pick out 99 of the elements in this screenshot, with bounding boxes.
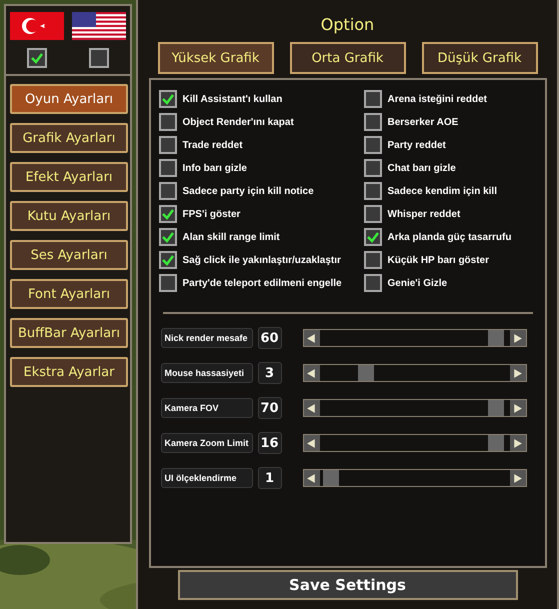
option-label: Sadece kendim için kill	[388, 186, 497, 196]
turkish-flag-icon[interactable]	[10, 12, 64, 40]
left-triangle-icon	[306, 368, 317, 378]
us-flag-icon[interactable]	[72, 12, 126, 40]
option-label: Alan skill range limit	[182, 232, 280, 242]
checkbox[interactable]	[364, 159, 382, 177]
check-icon	[160, 92, 174, 106]
value-box: 70	[258, 397, 282, 419]
left-triangle-icon	[306, 332, 317, 344]
value-box: 3	[258, 362, 282, 384]
checkbox[interactable]	[158, 251, 176, 269]
menu-button[interactable]: BuffBar Ayarları	[10, 318, 128, 348]
option-label: Kill Assistant'ı kullan	[182, 94, 282, 104]
save-settings-button[interactable]: Save Settings	[178, 570, 518, 600]
right-triangle-icon	[512, 472, 523, 484]
left-triangle-icon	[306, 438, 317, 448]
option-label: Sağ click ile yakınlaştır/uzaklaştır	[182, 254, 341, 266]
slider-thumb[interactable]	[488, 400, 504, 416]
left-arrow-button[interactable]	[304, 435, 320, 451]
left-arrow-button[interactable]	[304, 400, 320, 416]
menu-button[interactable]: Efekt Ayarları	[10, 162, 128, 192]
option-label: Party reddet	[388, 140, 446, 150]
value-box: 1	[258, 467, 282, 489]
checkbox[interactable]	[158, 136, 176, 154]
checkbox[interactable]	[158, 113, 176, 131]
menu-button[interactable]: Grafik Ayarları	[10, 123, 128, 153]
slider-label: UI ölçeklendirme	[160, 468, 252, 488]
menu-button[interactable]: Ekstra Ayarlar	[10, 357, 128, 387]
right-arrow-button[interactable]	[510, 470, 526, 486]
check-icon	[366, 230, 380, 244]
option-label: Berserker AOE	[388, 116, 458, 128]
checkbox[interactable]	[364, 274, 382, 292]
slider-label: Kamera FOV	[160, 398, 252, 418]
check-icon	[160, 230, 174, 244]
slider[interactable]	[302, 329, 526, 347]
menu-button[interactable]: Font Ayarları	[10, 279, 128, 309]
option-label: Whisper reddet	[388, 208, 460, 220]
slider-label: Mouse hassasiyeti	[160, 363, 252, 383]
option-label: Chat barı gizle	[388, 162, 456, 174]
checkbox[interactable]	[364, 205, 382, 223]
right-arrow-button[interactable]	[510, 400, 526, 416]
option-label: FPS'i göster	[182, 208, 240, 220]
checkbox[interactable]	[364, 136, 382, 154]
right-arrow-button[interactable]	[510, 365, 526, 381]
checkbox[interactable]	[364, 251, 382, 269]
slider-label: Nick render mesafe	[160, 328, 252, 348]
option-label: Party'de teleport edilmeni engelle	[182, 278, 342, 288]
checkbox[interactable]	[364, 182, 382, 200]
option-label: Object Render'ını kapat	[182, 116, 294, 128]
slider-thumb[interactable]	[322, 470, 339, 486]
menu-button[interactable]: Kutu Ayarları	[10, 201, 128, 231]
tab[interactable]: Yüksek Grafik	[158, 42, 274, 74]
right-arrow-button[interactable]	[510, 435, 526, 451]
option-label: Küçük HP barı göster	[388, 254, 490, 266]
checkbox[interactable]	[364, 228, 382, 246]
checkbox[interactable]	[158, 90, 176, 108]
menu-button[interactable]: Ses Ayarları	[10, 240, 128, 270]
checkbox[interactable]	[89, 48, 109, 68]
slider-thumb[interactable]	[358, 365, 374, 381]
right-triangle-icon	[512, 402, 523, 414]
left-arrow-button[interactable]	[304, 330, 320, 346]
right-triangle-icon	[512, 368, 523, 378]
right-arrow-button[interactable]	[510, 330, 526, 346]
option-label: Info barı gizle	[182, 162, 247, 174]
checkbox[interactable]	[158, 159, 176, 177]
check-icon	[30, 51, 44, 65]
option-label: Arka planda güç tasarrufu	[388, 232, 512, 242]
checkbox[interactable]	[158, 182, 176, 200]
tab[interactable]: Düşük Grafik	[422, 42, 538, 74]
left-arrow-button[interactable]	[304, 365, 320, 381]
slider[interactable]	[302, 469, 526, 487]
menu-button[interactable]: Oyun Ayarları	[10, 84, 128, 114]
slider-thumb[interactable]	[488, 435, 504, 451]
checkbox[interactable]	[364, 90, 382, 108]
checkbox[interactable]	[27, 48, 47, 68]
tab[interactable]: Orta Grafik	[290, 42, 406, 74]
slider[interactable]	[302, 364, 526, 382]
checkbox[interactable]	[158, 274, 176, 292]
value-box: 60	[258, 327, 282, 349]
right-triangle-icon	[512, 438, 523, 448]
right-triangle-icon	[512, 332, 523, 344]
left-triangle-icon	[306, 402, 317, 414]
option-label: Genie'i Gizle	[388, 278, 448, 288]
value-box: 16	[258, 432, 282, 454]
slider-label: Kamera Zoom Limit	[160, 433, 252, 453]
window-title: Option	[320, 15, 374, 34]
option-label: Trade reddet	[182, 140, 243, 150]
check-icon	[160, 207, 174, 221]
left-triangle-icon	[306, 472, 317, 484]
slider[interactable]	[302, 434, 526, 452]
checkbox[interactable]	[364, 113, 382, 131]
slider-thumb[interactable]	[488, 330, 504, 346]
option-label: Arena isteğini reddet	[388, 94, 487, 104]
checkbox[interactable]	[158, 228, 176, 246]
option-label: Sadece party için kill notice	[182, 186, 314, 196]
left-arrow-button[interactable]	[304, 470, 320, 486]
slider[interactable]	[302, 399, 526, 417]
check-icon	[160, 253, 174, 267]
checkbox[interactable]	[158, 205, 176, 223]
